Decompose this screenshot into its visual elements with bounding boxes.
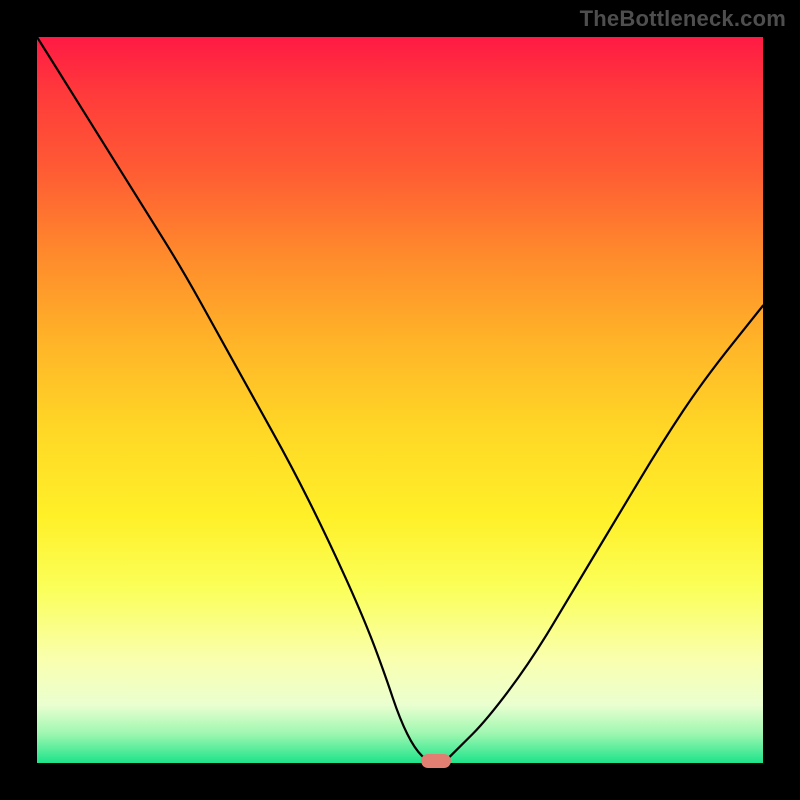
curve-path — [37, 37, 763, 763]
plot-area — [37, 37, 763, 763]
bottleneck-curve — [37, 37, 763, 763]
chart-frame: TheBottleneck.com — [0, 0, 800, 800]
optimal-marker — [421, 754, 451, 768]
watermark-text: TheBottleneck.com — [580, 6, 786, 32]
